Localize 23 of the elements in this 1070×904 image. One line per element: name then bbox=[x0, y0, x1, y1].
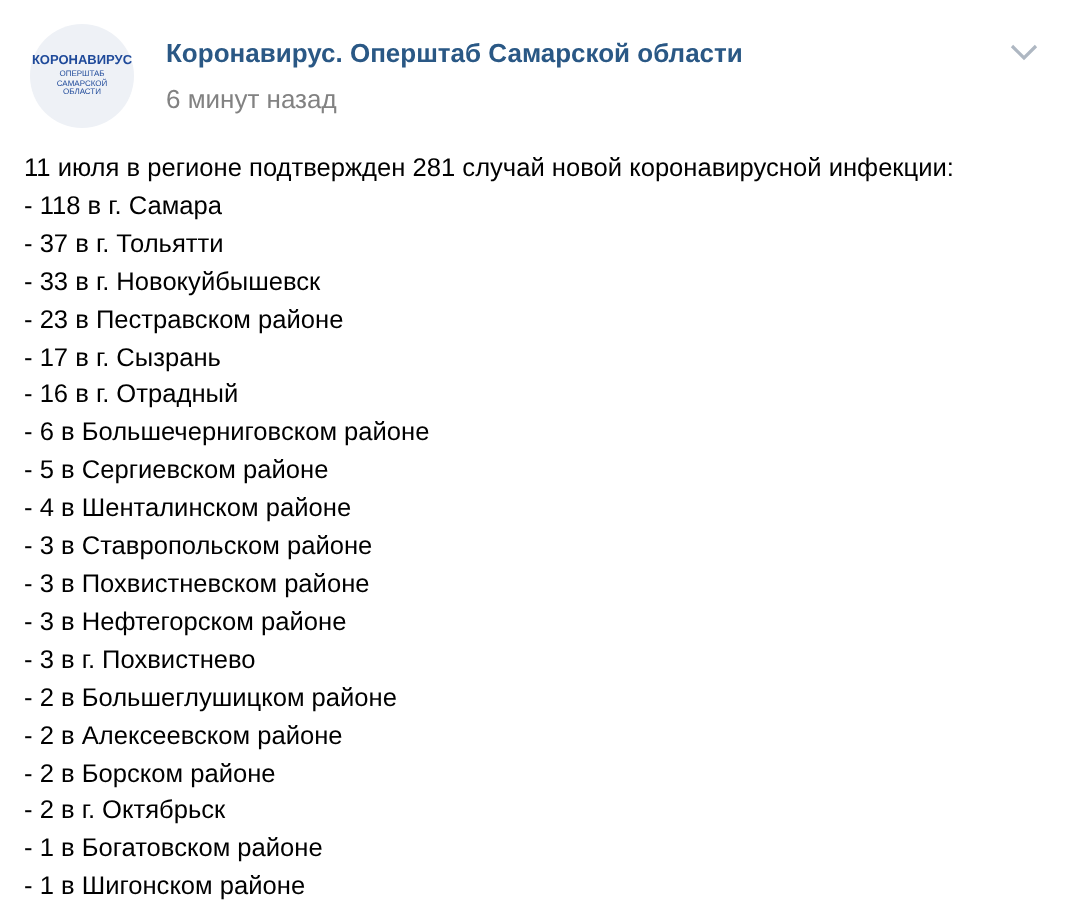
post-text-line: - 4 в Шенталинском районе bbox=[24, 490, 352, 527]
post-text-line: - 37 в г. Тольятти bbox=[24, 225, 224, 262]
post-text-line: - 16 в г. Отрадный bbox=[24, 376, 239, 413]
post-text-line: - 118 в г. Самара bbox=[24, 187, 222, 224]
post-text-line: - 17 в г. Сызрань bbox=[24, 339, 221, 376]
post-text-line: 11 июля в регионе подтвержден 281 случай новой коронавирусной инфекции: bbox=[24, 150, 954, 186]
post-text-line: - 3 в Нефтегорском районе bbox=[24, 603, 347, 640]
chevron-down-icon[interactable] bbox=[1010, 44, 1038, 62]
post-text-line: - 2 в г. Октябрьск bbox=[24, 792, 226, 829]
post-time[interactable]: 6 минут назад bbox=[166, 79, 337, 118]
post-text-line: - 2 в Алексеевском районе bbox=[24, 717, 343, 754]
post-text-line: - 2 в Борском районе bbox=[24, 755, 276, 792]
post-text-line: - 6 в Большечерниговском районе bbox=[24, 414, 430, 451]
post-text-line: - 1 в Богатовском районе bbox=[24, 830, 323, 867]
post-text-line: - 5 в Сергиевском районе bbox=[24, 452, 329, 489]
post-text-line: - 3 в Ставропольском районе bbox=[24, 528, 373, 565]
post-text-line: - 1 в Шигонском районе bbox=[24, 868, 306, 904]
author-link[interactable]: Коронавирус. Оперштаб Самарской области bbox=[166, 34, 743, 73]
post-text-line: - 2 в Большеглушицком районе bbox=[24, 679, 397, 716]
post-text-line: - 3 в Похвистневском районе bbox=[24, 565, 370, 602]
post-text-line: - 23 в Пестравском районе bbox=[24, 301, 344, 338]
post-text-line: - 33 в г. Новокуйбышевск bbox=[24, 263, 321, 300]
post-text-line: - 3 в г. Похвистнево bbox=[24, 641, 256, 678]
